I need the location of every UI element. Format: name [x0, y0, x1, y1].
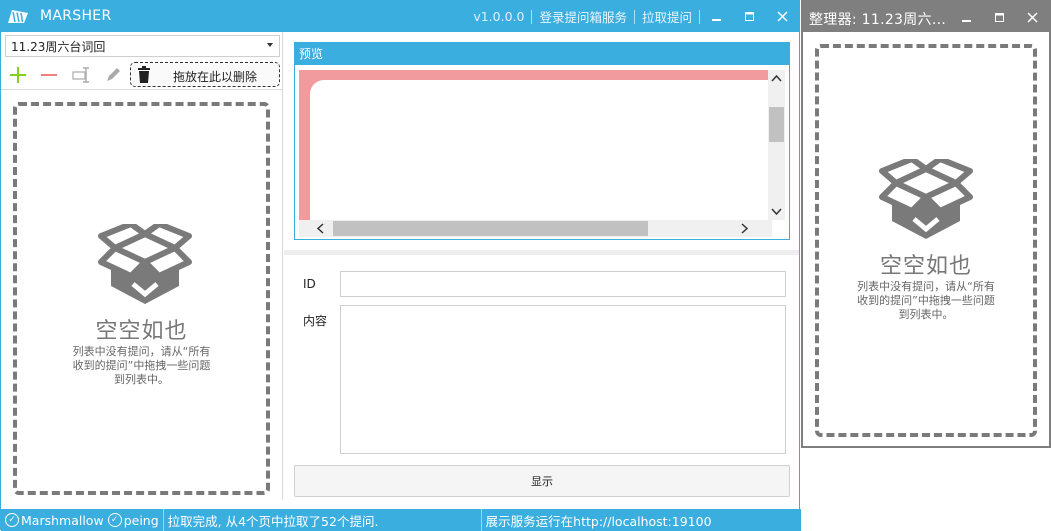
- organizer-maximize-button[interactable]: [983, 2, 1016, 33]
- main-titlebar[interactable]: MARSHER v1.0.0.0 登录提问箱服务 拉取提问: [1, 1, 799, 32]
- content-field[interactable]: [340, 305, 786, 454]
- organizer-empty-area[interactable]: 空空如也 列表中没有提问，请从“所有 收到的提问”中拖拽一些问题 到列表中。: [815, 44, 1037, 437]
- marshmallow-status-label: Marshmallow: [21, 512, 104, 528]
- trash-icon: [138, 66, 150, 83]
- check-circle-icon: ✓: [107, 513, 122, 527]
- main-window: MARSHER v1.0.0.0 登录提问箱服务 拉取提问 11.23周六台词回: [0, 0, 801, 531]
- chevron-down-icon: [267, 43, 273, 47]
- minimize-icon: [711, 18, 721, 21]
- maximize-icon: [994, 12, 1004, 22]
- detail-panel: 预览 ID 内容 显示: [284, 32, 799, 500]
- empty-box-icon: [879, 159, 973, 239]
- section-divider: [284, 250, 799, 255]
- chevron-down-icon[interactable]: [771, 208, 782, 216]
- peing-status: ✓ peing: [107, 509, 163, 531]
- empty-state-line: 列表中没有提问，请从“所有: [857, 280, 995, 293]
- list-select-dropdown[interactable]: 11.23周六台词回: [5, 35, 280, 57]
- minus-icon[interactable]: [38, 64, 60, 86]
- preview-vertical-scrollbar[interactable]: [768, 70, 785, 220]
- marshmallow-status: ✓ Marshmallow: [1, 509, 108, 531]
- status-bar: ✓ Marshmallow ✓ peing 拉取完成, 从4个页中拉取了52个提…: [1, 509, 801, 531]
- organizer-close-button[interactable]: [1016, 2, 1049, 33]
- empty-state-line: 列表中没有提问，请从“所有: [72, 345, 211, 358]
- question-list-panel: 11.23周六台词回 拖放在此以删除 空空如也 列表中没有提问，请从“所有 收到…: [1, 32, 283, 500]
- empty-state-line: 到列表中。: [898, 308, 954, 321]
- minimize-button[interactable]: [700, 1, 733, 32]
- maximize-icon: [744, 11, 754, 21]
- peing-status-label: peing: [123, 512, 159, 528]
- organizer-titlebar[interactable]: 整理器: 11.23周六...: [803, 2, 1049, 32]
- preview-horizontal-scrollbar[interactable]: [299, 220, 772, 237]
- chevron-up-icon[interactable]: [771, 74, 782, 82]
- preview-panel: 预览: [294, 42, 790, 240]
- chevron-left-icon[interactable]: [316, 223, 324, 234]
- preview-header: 预览: [295, 43, 789, 65]
- version-label: v1.0.0.0: [473, 9, 525, 24]
- empty-state-title: 空空如也: [879, 254, 972, 279]
- app-title: MARSHER: [40, 8, 112, 24]
- list-select-value: 11.23周六台词回: [11, 39, 106, 54]
- empty-state-line: 收到的提问”中拖拽一些问题: [857, 294, 995, 307]
- drop-to-delete-label: 拖放在此以删除: [173, 70, 258, 84]
- drop-to-delete-zone[interactable]: 拖放在此以删除: [130, 62, 280, 87]
- close-icon: [1027, 12, 1038, 23]
- fetch-questions-link[interactable]: 拉取提问: [635, 7, 699, 26]
- pencil-icon[interactable]: [102, 64, 124, 86]
- empty-state-line: 到列表中。: [114, 373, 169, 386]
- close-icon: [777, 11, 788, 22]
- status-message: 拉取完成, 从4个页中拉取了52个提问.: [167, 513, 379, 529]
- minimize-icon: [961, 19, 971, 22]
- marshmallow-logo-icon: [8, 10, 28, 23]
- show-button[interactable]: 显示: [294, 465, 790, 497]
- question-list-empty-area[interactable]: 空空如也 列表中没有提问，请从“所有 收到的提问”中拖拽一些问题 到列表中。: [13, 102, 270, 495]
- organizer-minimize-button[interactable]: [950, 2, 983, 33]
- empty-box-icon: [98, 224, 192, 304]
- empty-state-line: 收到的提问”中拖拽一些问题: [72, 359, 211, 372]
- content-label: 内容: [303, 314, 328, 328]
- organizer-window: 整理器: 11.23周六... 空空如也 列表中没有提问，请从“所有 收到的提问: [801, 0, 1051, 448]
- list-toolbar: 拖放在此以删除: [1, 60, 283, 90]
- preview-card: [310, 80, 772, 220]
- login-service-link[interactable]: 登录提问箱服务: [532, 7, 634, 26]
- horizontal-scroll-thumb[interactable]: [333, 221, 648, 236]
- close-button[interactable]: [766, 1, 799, 32]
- preview-canvas: [299, 70, 772, 220]
- organizer-title: 整理器: 11.23周六...: [809, 12, 947, 28]
- check-circle-icon: ✓: [5, 513, 19, 527]
- id-field[interactable]: [340, 271, 786, 297]
- maximize-button[interactable]: [733, 1, 766, 32]
- empty-state-title: 空空如也: [95, 319, 188, 344]
- chevron-right-icon[interactable]: [741, 223, 749, 234]
- id-label: ID: [303, 277, 316, 291]
- vertical-scroll-thumb[interactable]: [769, 107, 784, 142]
- plus-icon[interactable]: [7, 64, 29, 86]
- server-status: 展示服务运行在http://localhost:19100: [485, 513, 712, 529]
- rename-icon[interactable]: [70, 64, 92, 86]
